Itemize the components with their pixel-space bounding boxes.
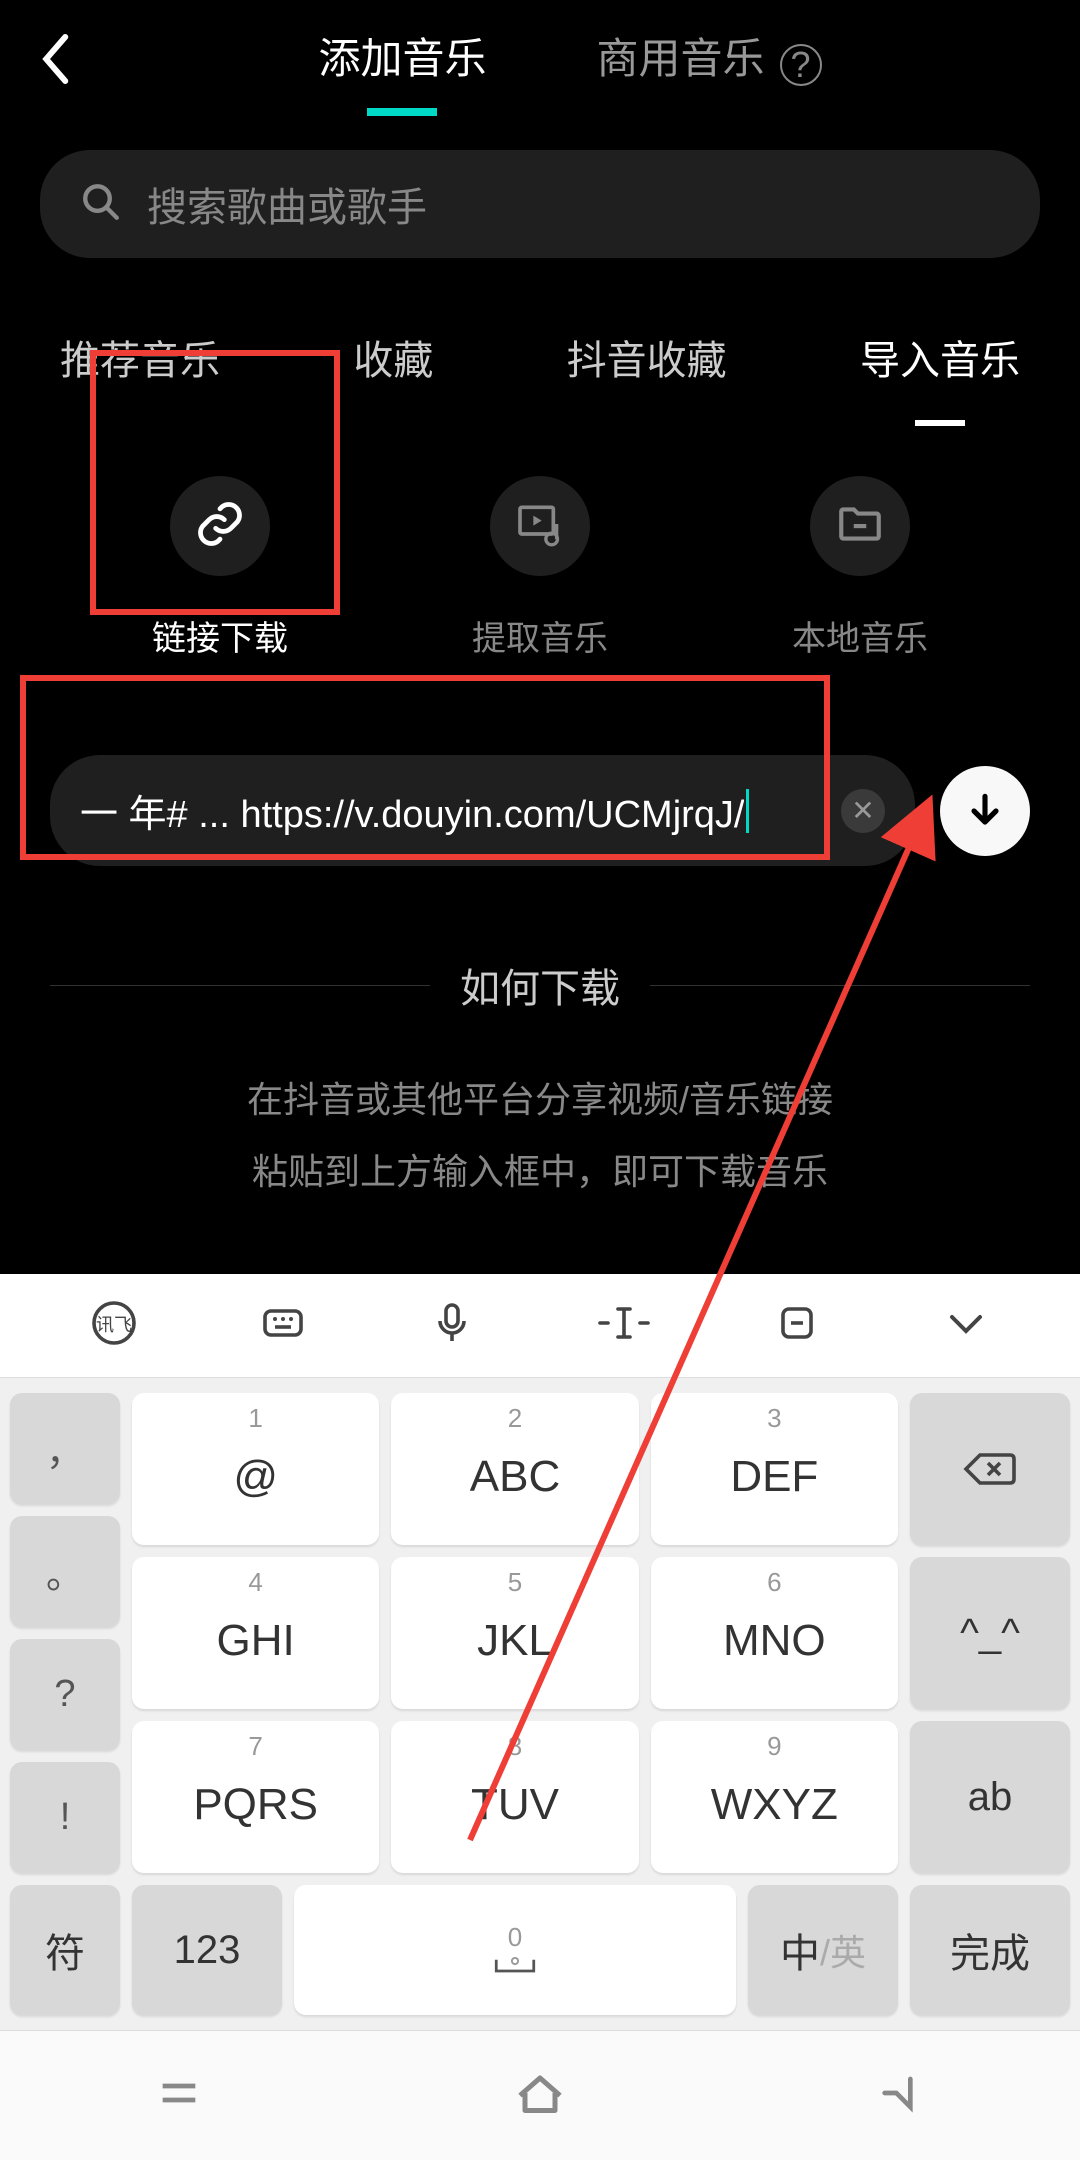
import-label-extract: 提取音乐 (472, 611, 608, 660)
backspace-icon (962, 1449, 1018, 1489)
folder-icon (835, 499, 885, 554)
subtab-recommend[interactable]: 推荐音乐 (60, 328, 220, 386)
kb-key-6[interactable]: 6MNO (651, 1557, 898, 1709)
info-text-2: 粘贴到上方输入框中，即可下载音乐 (50, 1136, 1030, 1208)
subtab-douyin-fav[interactable]: 抖音收藏 (567, 328, 727, 386)
kb-ab[interactable]: ab (910, 1721, 1070, 1873)
kb-key-9[interactable]: 9WXYZ (651, 1721, 898, 1873)
kb-space[interactable]: 0 (294, 1885, 736, 2015)
kb-cursor-icon[interactable] (596, 1299, 652, 1352)
tab-commercial-music[interactable]: 商用音乐 (597, 25, 765, 106)
kb-key-3[interactable]: 3DEF (651, 1393, 898, 1545)
download-button[interactable] (940, 766, 1030, 856)
url-text: 一 年# ... https://v.douyin.com/UCMjrqJ/ (80, 783, 744, 838)
kb-key-8[interactable]: 8TUV (391, 1721, 638, 1873)
kb-backspace[interactable] (910, 1393, 1070, 1545)
kb-key-5[interactable]: 5JKL (391, 1557, 638, 1709)
search-placeholder: 搜索歌曲或歌手 (147, 175, 427, 233)
kb-punct-period[interactable]: 。 (10, 1516, 120, 1627)
nav-back-icon[interactable] (873, 2065, 929, 2126)
link-icon (194, 498, 246, 555)
kb-123[interactable]: 123 (132, 1885, 282, 2015)
info-text-1: 在抖音或其他平台分享视频/音乐链接 (50, 1064, 1030, 1136)
kb-keyboard-icon[interactable] (259, 1299, 307, 1352)
download-arrow-icon (963, 789, 1007, 833)
tab-add-music[interactable]: 添加音乐 (318, 25, 486, 106)
kb-key-4[interactable]: 4GHI (132, 1557, 379, 1709)
svg-text:讯飞: 讯飞 (96, 1315, 132, 1335)
import-label-local: 本地音乐 (792, 611, 928, 660)
kb-punct-question[interactable]: ? (10, 1639, 120, 1750)
import-option-local[interactable]: 本地音乐 (792, 476, 928, 660)
clear-button[interactable]: ✕ (841, 789, 885, 833)
import-label-link: 链接下载 (152, 611, 288, 660)
kb-done[interactable]: 完成 (910, 1885, 1070, 2015)
help-icon[interactable]: ? (780, 44, 822, 86)
back-button[interactable] (40, 34, 100, 96)
kb-collapse-icon[interactable] (942, 1299, 990, 1352)
subtab-favorites[interactable]: 收藏 (353, 328, 433, 386)
video-music-icon (515, 499, 565, 554)
kb-key-2[interactable]: 2ABC (391, 1393, 638, 1545)
kb-punct-comma[interactable]: ， (10, 1393, 120, 1504)
kb-logo-icon[interactable]: 讯飞 (90, 1299, 138, 1352)
kb-mic-icon[interactable] (428, 1299, 476, 1352)
kb-punct-exclaim[interactable]: ! (10, 1762, 120, 1873)
kb-clipboard-icon[interactable] (773, 1299, 821, 1352)
search-input[interactable]: 搜索歌曲或歌手 (40, 150, 1040, 258)
kb-face[interactable]: ^_^ (910, 1557, 1070, 1709)
nav-menu-icon[interactable] (151, 2065, 207, 2126)
import-option-link[interactable]: 链接下载 (152, 476, 288, 660)
subtab-import[interactable]: 导入音乐 (860, 328, 1020, 386)
url-input[interactable]: 一 年# ... https://v.douyin.com/UCMjrqJ/ ✕ (50, 755, 915, 866)
kb-key-1[interactable]: 1@ (132, 1393, 379, 1545)
kb-key-7[interactable]: 7PQRS (132, 1721, 379, 1873)
import-option-extract[interactable]: 提取音乐 (472, 476, 608, 660)
kb-lang[interactable]: 中/英 (748, 1885, 898, 2015)
info-title: 如何下载 (460, 956, 620, 1014)
kb-symbol[interactable]: 符 (10, 1885, 120, 2015)
nav-home-icon[interactable] (510, 2063, 570, 2128)
search-icon (80, 181, 122, 228)
